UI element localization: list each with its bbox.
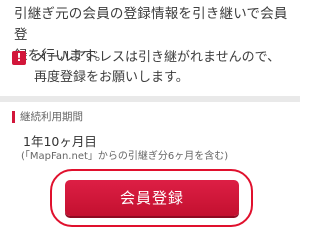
warning-text: メールアドレスは引き継がれませんので、 再度登録をお願いします。 bbox=[34, 48, 296, 88]
section-accent-bar bbox=[12, 111, 15, 123]
warning-line-1: メールアドレスは引き継がれませんので、 bbox=[34, 50, 281, 65]
exclamation-icon: ! bbox=[12, 51, 26, 65]
page: 引継ぎ元の会員の登録情報を引き継いで会員登 録を行います。 ! メールアドレスは… bbox=[0, 0, 300, 240]
register-button[interactable]: 会員登録 bbox=[65, 180, 239, 216]
section-title: 継続利用期間 bbox=[20, 111, 83, 123]
warning-line-2: 再度登録をお願いします。 bbox=[34, 70, 189, 85]
intro-line-1: 引継ぎ元の会員の登録情報を引き継いで会員登 bbox=[14, 6, 288, 43]
warning-notice: ! メールアドレスは引き継がれませんので、 再度登録をお願いします。 bbox=[12, 48, 296, 91]
section-divider bbox=[0, 96, 300, 102]
usage-note: (「MapFan.net」からの引継ぎ分6ヶ月を含む) bbox=[21, 151, 229, 162]
usage-duration: 1年10ヶ月目 bbox=[23, 134, 97, 149]
